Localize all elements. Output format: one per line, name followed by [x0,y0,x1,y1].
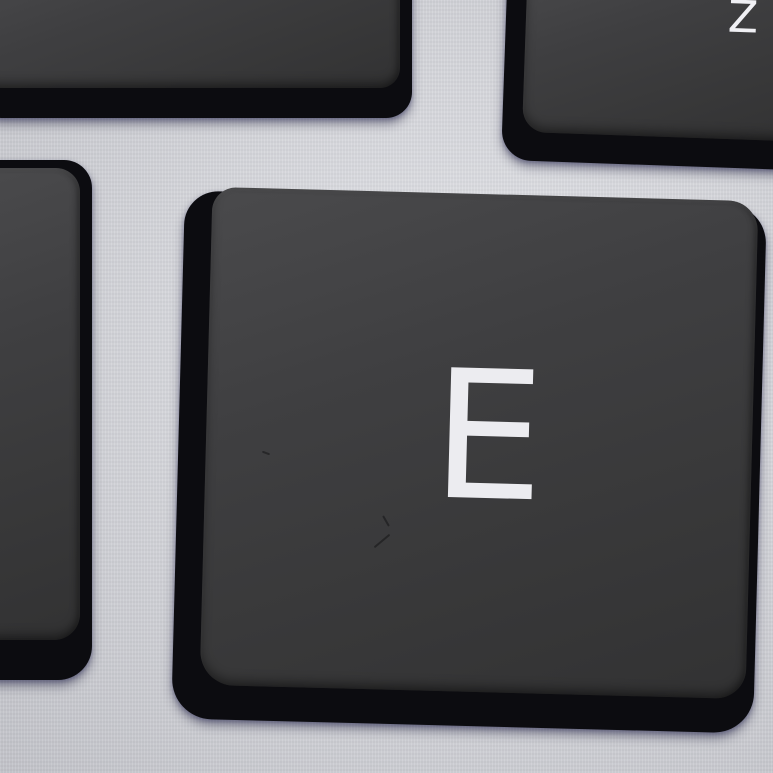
key-left[interactable] [0,168,80,640]
key-top-left[interactable] [0,0,400,88]
keyboard-closeup-photo: Z E [0,0,773,773]
key-top-right-legend: Z [727,0,760,44]
key-e-legend: E [429,331,548,542]
